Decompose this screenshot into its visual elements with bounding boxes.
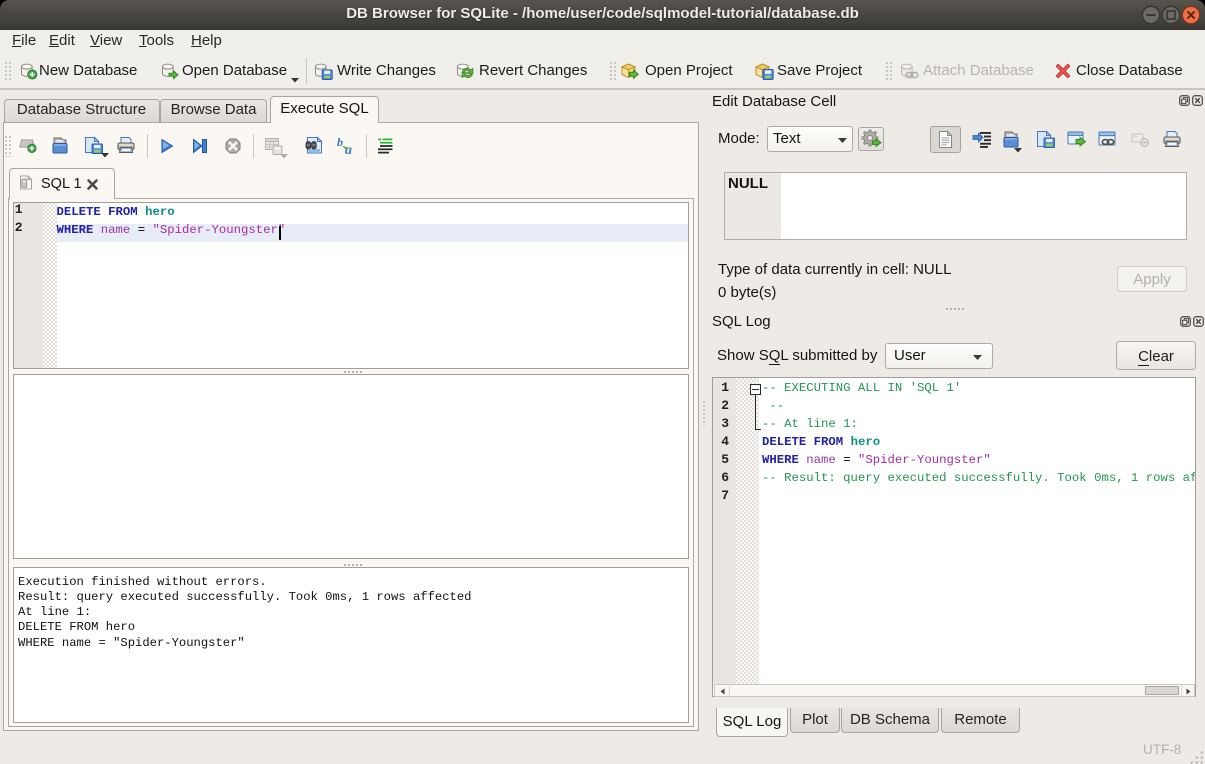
svg-text:b: b (337, 136, 343, 149)
